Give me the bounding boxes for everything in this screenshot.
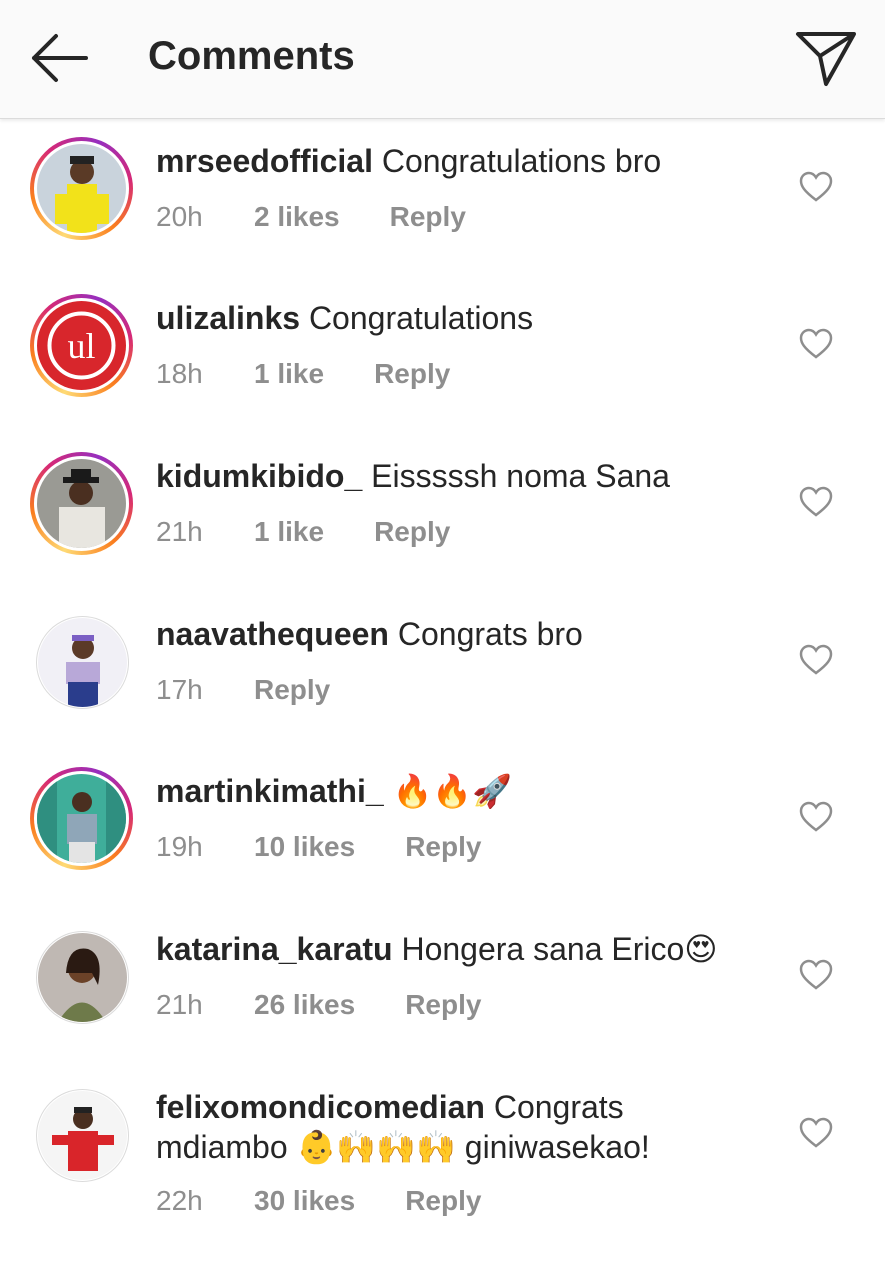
comment-body: Eisssssh noma Sana — [371, 458, 670, 494]
avatar[interactable] — [30, 137, 133, 240]
comment-text: kidumkibido_ Eisssssh noma Sana — [156, 456, 776, 496]
comment-row: katarina_karatu Hongera sana Erico😍 21h 2… — [0, 925, 885, 1075]
comment-row: ul ulizalinks Congratulations 18h 1 like R… — [0, 294, 885, 444]
comment-time: 21h — [156, 989, 203, 1020]
heart-icon[interactable] — [798, 959, 834, 991]
page-title: Comments — [148, 34, 355, 78]
heart-icon[interactable] — [798, 486, 834, 518]
comment-username[interactable]: kidumkibido_ — [156, 458, 362, 494]
reply-button[interactable]: Reply — [374, 516, 450, 548]
paper-plane-icon[interactable] — [794, 28, 858, 88]
reply-button[interactable]: Reply — [405, 831, 481, 863]
heart-icon[interactable] — [798, 171, 834, 203]
comment-body: Congrats bro — [397, 616, 583, 652]
avatar[interactable]: ul — [30, 294, 133, 397]
comment-body: 🔥🔥🚀 — [392, 773, 513, 809]
comment-username[interactable]: mrseedofficial — [156, 143, 373, 179]
comment-username[interactable]: martinkimathi_ — [156, 773, 384, 809]
heart-icon[interactable] — [798, 644, 834, 676]
comment-username[interactable]: naavathequeen — [156, 616, 389, 652]
comment-likes[interactable]: 30 likes — [254, 1185, 355, 1217]
comment-username[interactable]: ulizalinks — [156, 300, 300, 336]
heart-icon[interactable] — [798, 328, 834, 360]
avatar[interactable] — [30, 610, 133, 713]
comment-body: Congratulations bro — [381, 143, 662, 179]
heart-icon[interactable] — [798, 1117, 834, 1149]
story-ring: ul — [30, 294, 133, 397]
comment-likes[interactable]: 1 like — [254, 516, 324, 548]
comment-text: martinkimathi_ 🔥🔥🚀 — [156, 771, 776, 811]
reply-button[interactable]: Reply — [405, 989, 481, 1021]
comment-meta: 17h Reply — [156, 674, 330, 706]
comment-time: 18h — [156, 358, 203, 389]
comment-row: naavathequeen Congrats bro 17h Reply — [0, 610, 885, 760]
emoji-group: 👶🙌🙌🙌 — [296, 1129, 456, 1165]
comment-meta: 19h 10 likes Reply — [156, 831, 481, 863]
avatar[interactable] — [30, 925, 133, 1028]
reply-button[interactable]: Reply — [374, 358, 450, 390]
comment-likes[interactable]: 26 likes — [254, 989, 355, 1021]
comment-body: Congrats — [493, 1089, 624, 1125]
reply-button[interactable]: Reply — [405, 1185, 481, 1217]
top-bar: Comments — [0, 0, 885, 119]
avatar[interactable] — [30, 452, 133, 555]
comment-time: 19h — [156, 831, 203, 862]
comment-text: naavathequeen Congrats bro — [156, 614, 776, 654]
story-ring — [30, 452, 133, 555]
comment-body-end: giniwasekao! — [464, 1129, 650, 1165]
comment-meta: 22h 30 likes Reply — [156, 1185, 481, 1217]
comment-row: martinkimathi_ 🔥🔥🚀 19h 10 likes Reply — [0, 767, 885, 917]
comment-likes[interactable]: 1 like — [254, 358, 324, 390]
comment-body: Congratulations — [308, 300, 534, 336]
comment-meta: 18h 1 like Reply — [156, 358, 450, 390]
comment-row: mrseedofficial Congratulations bro 20h 2 … — [0, 137, 885, 287]
story-ring — [30, 137, 133, 240]
comment-body: Hongera sana Erico😍 — [401, 931, 718, 967]
comment-text: felixomondicomedian Congrats mdiambo 👶🙌🙌… — [156, 1087, 776, 1167]
comment-text: katarina_karatu Hongera sana Erico😍 — [156, 929, 776, 969]
comment-time: 22h — [156, 1185, 203, 1216]
comment-meta: 21h 26 likes Reply — [156, 989, 481, 1021]
reply-button[interactable]: Reply — [254, 674, 330, 706]
reply-button[interactable]: Reply — [390, 201, 466, 233]
comment-likes[interactable]: 2 likes — [254, 201, 340, 233]
comment-time: 21h — [156, 516, 203, 547]
comment-row: felixomondicomedian Congrats mdiambo 👶🙌🙌… — [0, 1083, 885, 1243]
comment-text: mrseedofficial Congratulations bro — [156, 141, 776, 181]
comment-time: 17h — [156, 674, 203, 705]
comment-body-continued: mdiambo — [156, 1129, 288, 1165]
heart-icon[interactable] — [798, 801, 834, 833]
comment-meta: 21h 1 like Reply — [156, 516, 450, 548]
story-ring — [30, 767, 133, 870]
svg-text:ul: ul — [67, 326, 95, 366]
comment-meta: 20h 2 likes Reply — [156, 201, 466, 233]
avatar[interactable] — [30, 1083, 133, 1186]
comment-row: kidumkibido_ Eisssssh noma Sana 21h 1 lik… — [0, 452, 885, 602]
comment-time: 20h — [156, 201, 203, 232]
avatar[interactable] — [30, 767, 133, 870]
comment-text: ulizalinks Congratulations — [156, 298, 776, 338]
comment-username[interactable]: felixomondicomedian — [156, 1089, 485, 1125]
comment-likes[interactable]: 10 likes — [254, 831, 355, 863]
arrow-left-icon[interactable] — [26, 30, 90, 86]
comment-username[interactable]: katarina_karatu — [156, 931, 393, 967]
